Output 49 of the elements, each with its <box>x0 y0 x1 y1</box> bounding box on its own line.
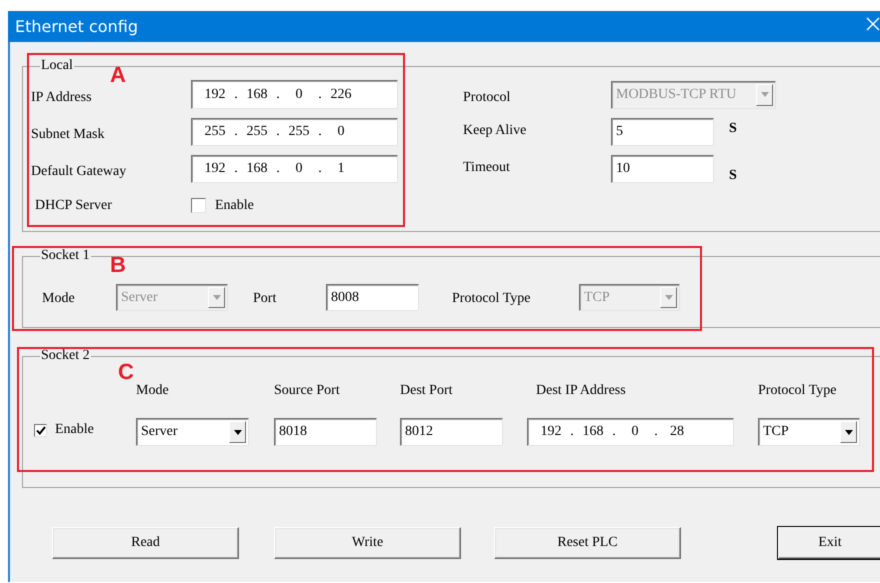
caret-icon <box>844 430 852 434</box>
caret-icon <box>234 430 242 434</box>
field-label: Keep Alive <box>463 123 528 139</box>
field-label: Subnet Mask <box>31 127 106 143</box>
action-button[interactable]: Write <box>274 527 461 559</box>
input-field[interactable]: 8008 <box>326 284 419 311</box>
checkbox[interactable] <box>191 198 206 213</box>
input-field[interactable]: 10 <box>611 155 714 183</box>
group-title: Socket 1 <box>40 248 91 264</box>
field-label: IP Address <box>31 90 93 106</box>
close-icon[interactable] <box>866 17 880 31</box>
dropdown[interactable]: Server <box>136 418 249 446</box>
input-field[interactable]: 5 <box>611 118 714 146</box>
column-header: Dest Port <box>400 383 454 399</box>
group-title: Socket 2 <box>40 348 91 364</box>
dropdown[interactable]: TCP <box>758 418 860 446</box>
column-header: Dest IP Address <box>536 383 627 399</box>
column-header: Source Port <box>274 383 341 399</box>
ip-address-field[interactable]: 192 . 168 . 0 . 28 <box>527 418 734 446</box>
field-label: Protocol <box>463 90 512 106</box>
field-label: DHCP Server <box>35 198 113 214</box>
checkbox-label: Enable <box>215 198 254 214</box>
checkbox[interactable] <box>34 424 47 436</box>
input-field[interactable]: 8012 <box>400 418 503 446</box>
caret-icon <box>212 295 220 300</box>
field-label: Timeout <box>463 160 511 176</box>
field-label: Mode <box>42 290 76 306</box>
action-button[interactable]: Read <box>52 527 239 559</box>
group-title: Local <box>40 58 74 74</box>
caret-icon <box>760 92 768 97</box>
unit-label: S <box>729 121 738 137</box>
action-button[interactable]: Reset PLC <box>494 527 681 559</box>
annotation-label: A <box>110 63 126 87</box>
ip-address-field[interactable]: 192 . 168 . 0 . 226 <box>191 80 398 109</box>
action-button[interactable]: Exit <box>778 527 880 559</box>
field-label: Protocol Type <box>452 290 532 306</box>
caret-icon <box>664 295 672 300</box>
field-label: Port <box>253 290 278 306</box>
input-field[interactable]: 8018 <box>274 418 377 446</box>
column-header: Protocol Type <box>758 383 838 399</box>
unit-label: S <box>729 168 738 184</box>
column-header: Mode <box>136 383 170 399</box>
ip-address-field[interactable]: 192 . 168 . 0 . 1 <box>191 155 398 183</box>
ip-address-field[interactable]: 255 . 255 . 255 . 0 <box>191 118 398 146</box>
window-title: Ethernet config <box>15 17 138 36</box>
field-label: Default Gateway <box>31 164 128 180</box>
checkbox-label: Enable <box>55 422 94 438</box>
annotation-label: B <box>110 253 126 277</box>
annotation-label: C <box>118 360 134 384</box>
